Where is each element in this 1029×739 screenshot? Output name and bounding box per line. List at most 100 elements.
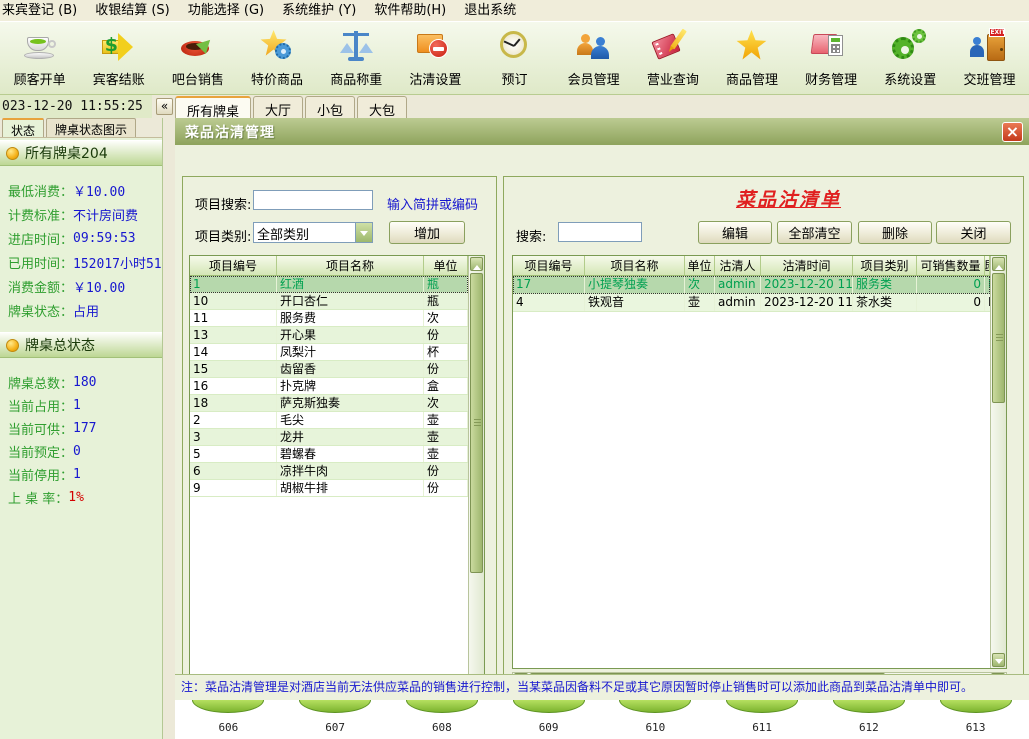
area-tab[interactable]: 大包 — [357, 96, 407, 118]
soldout-row[interactable]: 4 铁观音 壶 admin 2023-12-20 11:5 茶水类 0 N — [513, 294, 990, 312]
column-header[interactable]: 项目名称 — [277, 256, 424, 275]
add-button[interactable]: 增加 — [389, 221, 465, 244]
edit-button[interactable]: 编辑 — [698, 221, 772, 244]
column-header[interactable]: 项目编号 — [513, 256, 585, 275]
scroll-down-icon[interactable] — [992, 653, 1005, 667]
toolbar-button-label: 交班管理 — [963, 69, 1015, 88]
toolbar-button[interactable]: 特价商品 — [237, 22, 316, 94]
table-number: 613 — [966, 721, 986, 734]
soldout-table-header: 项目编号项目名称单位沽清人沽清时间项目类别可销售数量退 — [513, 256, 990, 276]
area-tab[interactable]: 大厅 — [253, 96, 303, 118]
scrollbar-thumb[interactable] — [470, 273, 483, 573]
area-tab[interactable]: 小包 — [305, 96, 355, 118]
item-row[interactable]: 15 齿留香 份 — [190, 361, 468, 378]
table-tile[interactable]: 609 — [495, 700, 602, 739]
column-header[interactable]: 单位 — [424, 256, 468, 275]
item-row[interactable]: 2 毛尖 壶 — [190, 412, 468, 429]
column-header[interactable]: 沽清人 — [715, 256, 761, 275]
close-button[interactable]: 关闭 — [936, 221, 1011, 244]
column-header[interactable]: 单位 — [685, 256, 715, 275]
item-name: 毛尖 — [277, 412, 424, 428]
sidebar-tab[interactable]: 状态 — [2, 118, 44, 137]
scroll-up-icon[interactable] — [992, 257, 1005, 271]
field-value: 1 — [73, 467, 81, 482]
menu-bar: 来宾登记 (B)收银结算 (S)功能选择 (G)系统维护 (Y)软件帮助(H)退… — [0, 0, 1029, 22]
item-select-panel: 项目搜索: 输入简拼或编码 项目类别: 全部类别 增加 项目编号项目名称单位 — [182, 176, 497, 700]
table-tile[interactable]: 613 — [922, 700, 1029, 739]
table-tile[interactable]: 611 — [709, 700, 816, 739]
vertical-scrollbar[interactable] — [468, 256, 484, 691]
status-field: 牌桌总数： 180 — [0, 371, 162, 394]
scrollbar-thumb[interactable] — [992, 273, 1005, 403]
item-row[interactable]: 18 萨克斯独奏 次 — [190, 395, 468, 412]
delete-button[interactable]: 删除 — [858, 221, 932, 244]
item-row[interactable]: 3 龙井 壶 — [190, 429, 468, 446]
toolbar-button[interactable]: 商品称重 — [317, 22, 396, 94]
toolbar-button[interactable]: 会员管理 — [554, 22, 633, 94]
field-label: 当前预定： — [8, 442, 73, 461]
item-row[interactable]: 11 服务费 次 — [190, 310, 468, 327]
toolbar-button[interactable]: 财务管理 — [792, 22, 871, 94]
column-header[interactable]: 项目类别 — [853, 256, 917, 275]
table-tile[interactable]: 608 — [389, 700, 496, 739]
table-tile[interactable]: 607 — [282, 700, 389, 739]
menu-item[interactable]: 退出系统 — [455, 0, 525, 22]
toolbar-button[interactable]: 预订 — [475, 22, 554, 94]
field-label: 最低消费： — [8, 181, 73, 200]
status-ball-icon — [6, 147, 19, 160]
column-header[interactable]: 沽清时间 — [761, 256, 853, 275]
toolbar-button[interactable]: 宾客结账 — [79, 22, 158, 94]
vertical-scrollbar[interactable] — [990, 256, 1006, 668]
table-tile[interactable]: 606 — [175, 700, 282, 739]
soldout-search-input[interactable] — [558, 222, 642, 242]
item-id: 14 — [190, 344, 277, 360]
item-row[interactable]: 9 胡椒牛排 份 — [190, 480, 468, 497]
item-id: 13 — [190, 327, 277, 343]
field-value: 180 — [73, 375, 96, 390]
field-label: 牌桌总数： — [8, 373, 73, 392]
menu-item[interactable]: 功能选择 (G) — [179, 0, 273, 22]
field-value: 09:59:53 — [73, 231, 136, 246]
toolbar-button[interactable]: 营业查询 — [633, 22, 712, 94]
category-select[interactable]: 全部类别 — [253, 222, 373, 243]
collapse-sidebar-button[interactable]: « — [156, 98, 173, 115]
status-tab-bar: 023-12-20 11:55:25 « 所有牌桌大厅小包大包 — [0, 95, 1029, 118]
column-header[interactable]: 项目编号 — [190, 256, 277, 275]
item-row[interactable]: 1 红酒 瓶 — [190, 276, 468, 293]
menu-item[interactable]: 收银结算 (S) — [86, 0, 179, 22]
clear-all-button[interactable]: 全部清空 — [777, 221, 852, 244]
chevron-down-icon[interactable] — [355, 223, 372, 242]
toolbar-button[interactable]: 沽清设置 — [396, 22, 475, 94]
dialog-titlebar[interactable]: 菜品沽清管理 — [175, 118, 1029, 145]
area-tab[interactable]: 所有牌桌 — [175, 96, 251, 118]
status-field: 当前停用： 1 — [0, 463, 162, 486]
item-row[interactable]: 10 开口杏仁 瓶 — [190, 293, 468, 310]
members-icon — [573, 26, 615, 68]
item-unit: 份 — [424, 327, 468, 343]
close-icon[interactable] — [1002, 122, 1023, 142]
item-row[interactable]: 6 凉拌牛肉 份 — [190, 463, 468, 480]
sidebar-tab[interactable]: 牌桌状态图示 — [46, 118, 136, 137]
column-header[interactable]: 可销售数量 — [917, 256, 985, 275]
toolbar-button[interactable]: 吧台销售 — [158, 22, 237, 94]
item-row[interactable]: 14 凤梨汁 杯 — [190, 344, 468, 361]
menu-item[interactable]: 软件帮助(H) — [365, 0, 455, 22]
toolbar-button[interactable]: 顾客开单 — [0, 22, 79, 94]
menu-item[interactable]: 来宾登记 (B) — [0, 0, 86, 22]
table-tile[interactable]: 612 — [816, 700, 923, 739]
soldout-row[interactable]: 17 小提琴独奏 次 admin 2023-12-20 11:5 服务类 0 N — [513, 276, 990, 294]
menu-item[interactable]: 系统维护 (Y) — [273, 0, 365, 22]
scroll-up-icon[interactable] — [470, 257, 483, 271]
item-row[interactable]: 16 扑克牌 盒 — [190, 378, 468, 395]
toolbar-button[interactable]: 交班管理 — [950, 22, 1029, 94]
column-header[interactable]: 项目名称 — [585, 256, 685, 275]
toolbar-button[interactable]: 系统设置 — [871, 22, 950, 94]
item-search-input[interactable] — [253, 190, 373, 210]
toolbar-button[interactable]: 商品管理 — [712, 22, 791, 94]
item-row[interactable]: 13 开心果 份 — [190, 327, 468, 344]
item-id: 18 — [190, 395, 277, 411]
soldout-category: 服务类 — [853, 276, 917, 293]
table-tile[interactable]: 610 — [602, 700, 709, 739]
field-value: 152017小时51分 — [73, 253, 163, 272]
item-row[interactable]: 5 碧螺春 壶 — [190, 446, 468, 463]
